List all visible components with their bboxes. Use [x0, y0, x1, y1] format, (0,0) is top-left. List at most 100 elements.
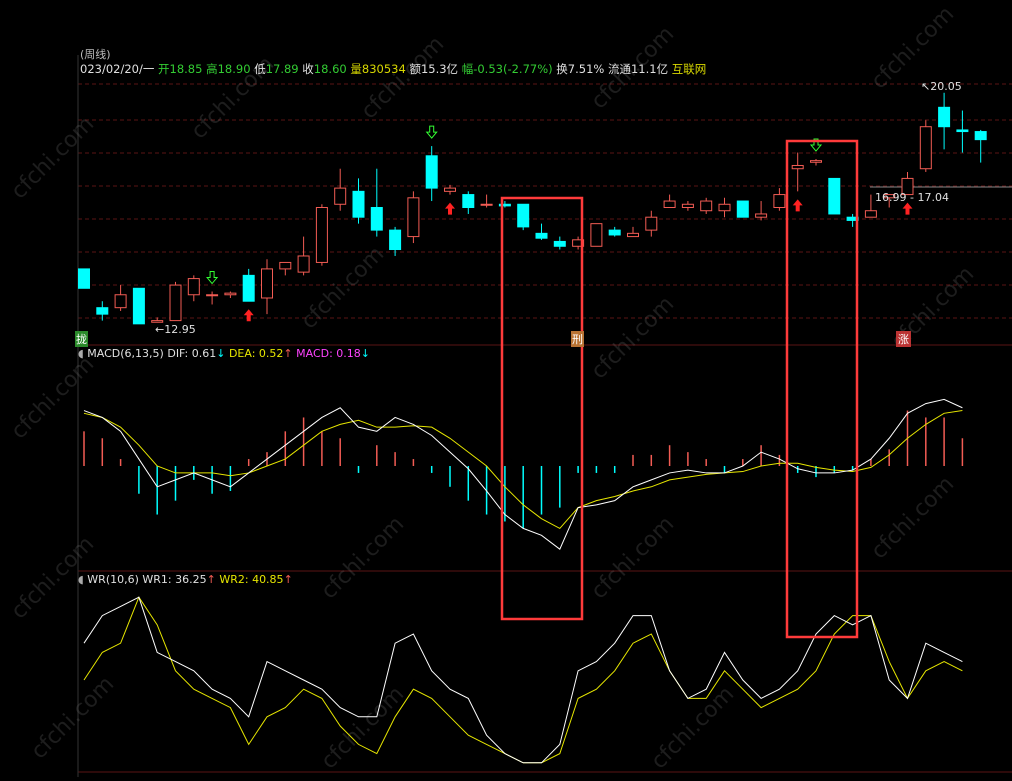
title-text: (周线)	[80, 48, 111, 61]
candle	[315, 204, 328, 266]
gear-icon[interactable]: ◖	[78, 347, 84, 360]
watermark-text: cfchi.com	[7, 352, 100, 445]
candle	[718, 197, 731, 218]
watermarks: cfchi.com cfchi.com cfchi.com cfchi.com cfch…	[7, 2, 980, 775]
watermark-text: cfchi.com	[297, 242, 390, 335]
watermark-text: cfchi.com	[867, 472, 960, 565]
high-label: 高	[206, 62, 218, 76]
volume-label: 量	[350, 62, 362, 76]
candle-body	[828, 177, 841, 215]
wr-name: WR(10,6)	[87, 573, 139, 586]
candle-body	[645, 216, 658, 231]
source-text: 互联网	[671, 62, 707, 76]
float-label: 流通	[607, 62, 631, 76]
candle-body	[755, 213, 768, 218]
candle	[974, 129, 987, 163]
candle	[224, 291, 237, 298]
candle-body	[553, 240, 566, 247]
candle-body	[187, 278, 200, 296]
candle-body	[114, 294, 127, 309]
candle	[773, 188, 786, 211]
macd-arrow: ↓	[360, 347, 371, 360]
wr-legend: ◖ WR(10,6) WR1: 36.25↑ WR2: 40.85↑	[78, 573, 293, 586]
candle-body	[608, 229, 621, 236]
candle	[755, 201, 768, 221]
high-price-text: 20.05	[930, 80, 962, 93]
mid-badge: 刑	[571, 331, 584, 347]
watermark-text: cfchi.com	[587, 512, 680, 605]
wr2-arrow: ↑	[283, 573, 293, 586]
candle	[132, 287, 145, 325]
grid-lines	[77, 55, 1012, 777]
chart-stage: cfchi.com cfchi.com cfchi.com cfchi.com cfch…	[0, 0, 1012, 777]
wr-panel	[83, 596, 963, 764]
candle-body	[517, 203, 530, 228]
sell-arrow-icon	[206, 271, 219, 285]
candle-body	[334, 187, 347, 205]
candle-body	[956, 129, 969, 133]
candle	[279, 261, 292, 276]
highlight-box	[785, 139, 859, 639]
candle-body	[919, 126, 932, 170]
change-value: -0.53(-2.77%)	[473, 62, 553, 76]
candle-body	[663, 200, 676, 209]
watermark-text: cfchi.com	[357, 32, 450, 125]
candle-body	[938, 106, 951, 128]
candle	[480, 194, 493, 208]
candle	[425, 146, 438, 202]
wr2-label: WR2: 40.85	[219, 573, 284, 586]
candle	[535, 223, 548, 240]
candle	[389, 226, 402, 256]
chart-title: (周线)	[80, 46, 111, 62]
watermark-text: cfchi.com	[587, 292, 680, 385]
high-marker-icon: ↖	[921, 80, 931, 93]
candle	[297, 236, 310, 276]
gear-icon[interactable]: ◖	[78, 573, 84, 586]
amount-label: 额	[409, 62, 421, 76]
buy-arrow-icon	[445, 202, 455, 215]
open-label: 开	[158, 62, 170, 76]
candle	[444, 184, 456, 195]
right-badge: 涨	[896, 331, 911, 347]
candle-body	[78, 268, 90, 289]
stock-chart[interactable]: cfchi.com cfchi.com cfchi.com cfchi.com cfch…	[0, 0, 1012, 777]
candle-body	[462, 194, 475, 208]
candle-body	[773, 194, 786, 208]
close-label: 收	[302, 62, 314, 76]
change-label: 幅	[461, 62, 474, 76]
wr1-arrow: ↑	[206, 573, 216, 586]
candle	[681, 201, 694, 211]
float-value: 11.1亿	[630, 62, 669, 76]
candle-body	[425, 155, 438, 189]
candle-body	[974, 131, 987, 141]
buy-arrow-icon	[792, 199, 803, 212]
candle-body	[389, 229, 402, 251]
candle-body	[444, 187, 456, 192]
buy-arrow-icon	[902, 202, 913, 215]
candle-body	[627, 232, 639, 238]
candle-body	[279, 261, 292, 270]
sell-arrow-icon	[425, 125, 438, 139]
wr1-label: WR1: 36.25	[142, 573, 207, 586]
candle	[956, 110, 969, 153]
candle	[334, 168, 347, 211]
candle-body	[480, 203, 493, 206]
range-label: 16.99 - 17.04	[875, 191, 949, 204]
wr2-line	[83, 596, 963, 764]
macd-name: MACD(6,13,5)	[87, 347, 164, 360]
candle-body	[681, 203, 694, 209]
candle-body	[810, 160, 822, 163]
candle	[462, 191, 475, 214]
candle-body	[407, 197, 420, 238]
close-value: 18.60	[313, 62, 347, 76]
dif-arrow: ↓	[216, 347, 226, 360]
turnover-label: 换	[556, 62, 568, 76]
macd-label: MACD: 0.18	[296, 347, 361, 360]
candle	[590, 223, 603, 247]
candle	[919, 120, 932, 172]
highlight-boxes	[500, 139, 859, 639]
turnover-value: 7.51%	[567, 62, 605, 76]
amount-value: 15.3亿	[420, 62, 459, 76]
candle-body	[132, 287, 145, 325]
candle-body	[297, 255, 310, 273]
